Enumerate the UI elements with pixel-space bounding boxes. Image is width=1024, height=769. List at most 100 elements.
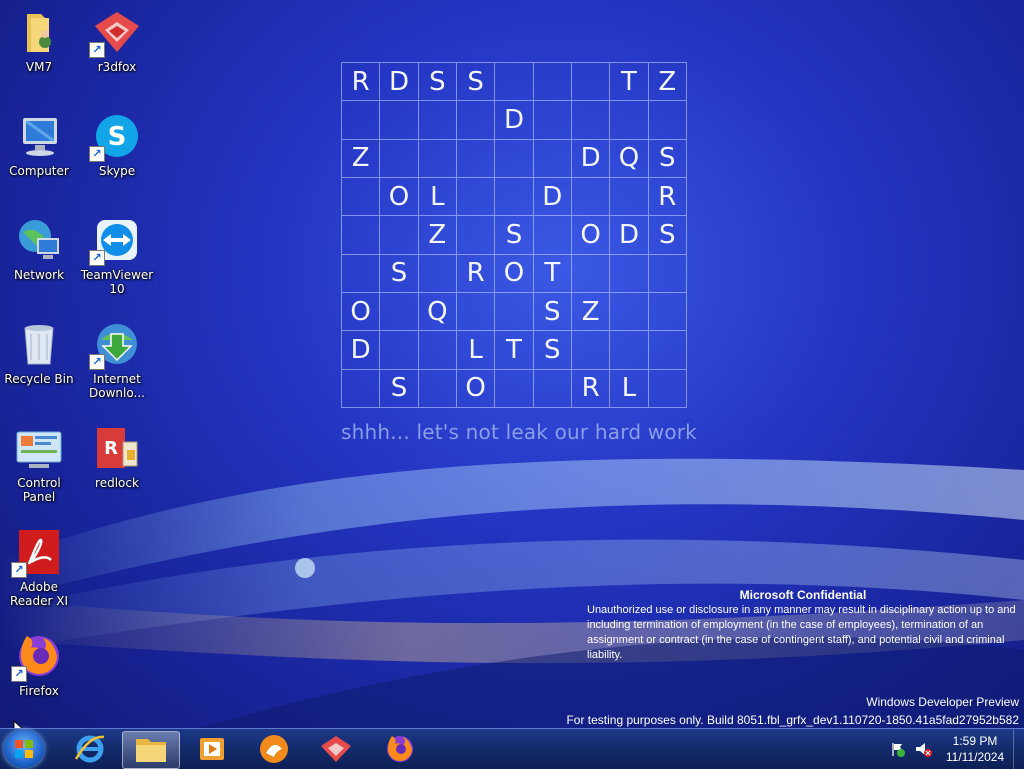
- desktop-icon-vm7[interactable]: VM7: [0, 8, 78, 74]
- action-center-flag-icon: [892, 743, 905, 757]
- confidential-text: Unauthorized use or disclosure in any ma…: [587, 604, 1016, 661]
- computer-icon: [15, 112, 63, 160]
- grid-cell: [456, 292, 496, 332]
- grid-cell: L: [456, 331, 496, 370]
- tray-action-center[interactable]: [890, 729, 906, 769]
- grid-cell: T: [495, 331, 534, 370]
- shortcut-arrow-icon: ↗: [89, 250, 105, 266]
- skype-icon: S ↗: [89, 112, 141, 162]
- grid-cell: O: [495, 254, 534, 293]
- start-button[interactable]: [4, 730, 44, 768]
- folder-user-icon: [15, 8, 63, 56]
- grid-cell: S: [533, 331, 572, 370]
- grid-cell: S: [380, 369, 419, 408]
- grid-cell: [342, 216, 381, 255]
- grid-cell: D: [533, 177, 572, 217]
- desktop-icon-teamviewer[interactable]: ↗ TeamViewer 10: [78, 216, 156, 296]
- taskbar-media-player[interactable]: [184, 731, 240, 767]
- grid-cell: [571, 254, 611, 293]
- grid-cell: O: [342, 292, 381, 332]
- r3dfox-icon: ↗: [89, 8, 141, 58]
- grid-cell: [380, 139, 419, 178]
- grid-cell: D: [610, 216, 649, 255]
- grid-cell: [495, 292, 534, 332]
- grid-cell: [495, 369, 534, 408]
- file-explorer-icon: [136, 739, 166, 762]
- desktop-icon-label: Internet Downlo...: [89, 372, 145, 400]
- grid-cell: R: [456, 254, 496, 293]
- grid-cell: [571, 101, 611, 140]
- grid-cell: [648, 331, 687, 370]
- show-desktop-button[interactable]: [1013, 729, 1024, 769]
- grid-cell: D: [342, 331, 381, 370]
- grid-cell: Z: [418, 216, 457, 255]
- grid-cell: L: [610, 369, 649, 408]
- grid-cell: [571, 63, 611, 102]
- desktop-icon-recycle-bin[interactable]: Recycle Bin: [0, 320, 78, 386]
- grid-cell: S: [456, 63, 496, 102]
- grid-cell: [418, 369, 457, 408]
- grid-cell: R: [571, 369, 611, 408]
- internet-download-manager-icon: ↗: [89, 320, 141, 370]
- grid-cell: R: [648, 177, 687, 217]
- desktop-icon-label: Recycle Bin: [4, 372, 74, 386]
- grid-cell: [610, 101, 649, 140]
- desktop-icon-firefox[interactable]: ↗ Firefox: [0, 632, 78, 698]
- r3dfox-icon: [321, 736, 351, 762]
- shortcut-arrow-icon: ↗: [11, 562, 27, 578]
- taskbar-firefox[interactable]: [372, 731, 428, 767]
- grid-cell: [495, 177, 534, 217]
- desktop-icon-label: r3dfox: [97, 60, 137, 74]
- confidential-title: Microsoft Confidential: [739, 588, 867, 602]
- grid-cell: [495, 63, 534, 102]
- grid-cell: T: [610, 63, 649, 102]
- grid-cell: L: [418, 177, 457, 217]
- desktop-icon-label: VM7: [25, 60, 53, 74]
- grid-cell: [648, 369, 687, 408]
- svg-text:R: R: [104, 438, 118, 459]
- grid-cell: [380, 216, 419, 255]
- desktop-icon-adobe-reader[interactable]: ↗ Adobe Reader XI: [0, 528, 78, 608]
- grid-cell: [610, 331, 649, 370]
- grid-cell: [342, 177, 381, 217]
- grid-cell: [648, 101, 687, 140]
- grid-cell: [418, 101, 457, 140]
- taskbar-clock[interactable]: 1:59 PM 11/11/2024: [935, 733, 1015, 765]
- shortcut-arrow-icon: ↗: [89, 42, 105, 58]
- desktop-icon-control-panel[interactable]: Control Panel: [0, 424, 78, 504]
- desktop-icon-network[interactable]: Network: [0, 216, 78, 282]
- desktop-icon-label: TeamViewer 10: [80, 268, 154, 296]
- taskbar-uc-browser[interactable]: [246, 731, 302, 767]
- grid-cell: [456, 101, 496, 140]
- desktop-icon-r3dfox[interactable]: ↗ r3dfox: [78, 8, 156, 74]
- grid-cell: [648, 254, 687, 293]
- grid-cell: [380, 331, 419, 370]
- shortcut-arrow-icon: ↗: [11, 666, 27, 682]
- redlock-icon: R: [93, 424, 141, 472]
- wallpaper-letter-grid: RDSSTZDZDQSOLDRZSODSSROTOQSZDLTSSORL: [341, 62, 687, 408]
- grid-cell: [533, 369, 572, 408]
- grid-cell: [418, 139, 457, 178]
- grid-cell: Q: [610, 139, 649, 178]
- desktop-icon-internet-download-manager[interactable]: ↗ Internet Downlo...: [78, 320, 156, 400]
- taskbar-r3dfox[interactable]: [308, 731, 364, 767]
- build-watermark: For testing purposes only. Build 8051.fb…: [566, 713, 1019, 727]
- grid-cell: S: [495, 216, 534, 255]
- desktop-icon-skype[interactable]: S ↗ Skype: [78, 112, 156, 178]
- desktop-icon-redlock[interactable]: R redlock: [78, 424, 156, 490]
- grid-cell: [610, 254, 649, 293]
- desktop-icon-label: Control Panel: [17, 476, 61, 504]
- taskbar: 1:59 PM 11/11/2024: [0, 728, 1024, 769]
- network-icon: [15, 216, 63, 264]
- media-player-icon: [200, 738, 224, 760]
- grid-cell: Z: [571, 292, 611, 332]
- desktop-icon-label: Skype: [98, 164, 136, 178]
- grid-cell: [380, 292, 419, 332]
- grid-cell: R: [342, 63, 381, 102]
- taskbar-file-explorer[interactable]: [122, 731, 180, 769]
- tray-volume[interactable]: [914, 729, 932, 769]
- shortcut-arrow-icon: ↗: [89, 354, 105, 370]
- desktop-icon-computer[interactable]: Computer: [0, 112, 78, 178]
- grid-cell: [418, 254, 457, 293]
- taskbar-internet-explorer[interactable]: [62, 731, 118, 767]
